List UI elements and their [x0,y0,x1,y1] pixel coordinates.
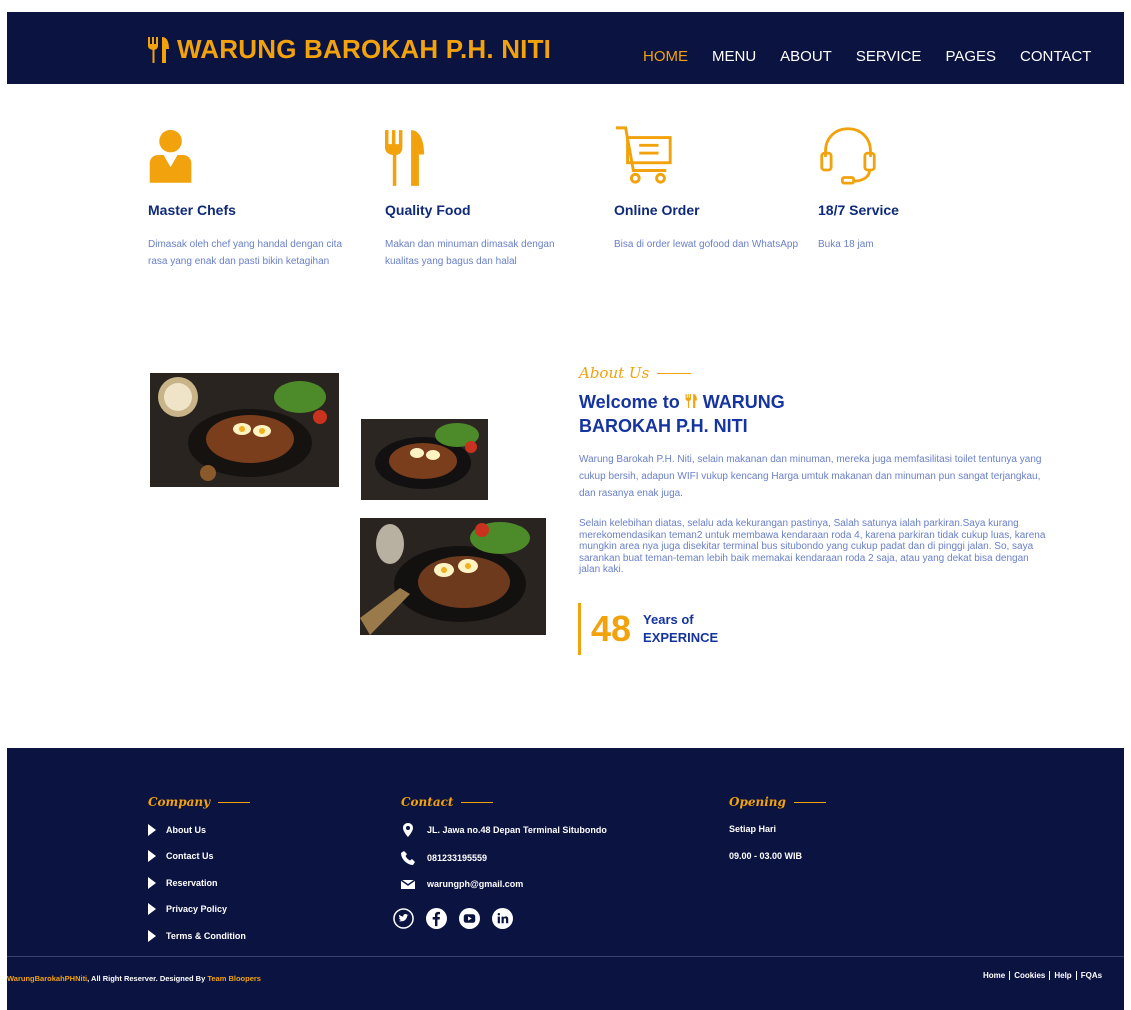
about-paragraph: Selain kelebihan diatas, selalu ada keku… [579,518,1046,575]
copyright-team[interactable]: Team Bloopers [207,974,261,983]
heading-line [793,801,826,803]
feature-desc: Dimasak oleh chef yang handal dengan cit… [148,239,343,267]
feature-title: Quality Food [385,202,471,218]
chef-icon [148,124,218,188]
experience-number: 48 [591,608,632,649]
footer-link-contact[interactable]: Contact Us [148,850,214,862]
fork-knife-icon [148,36,169,63]
about-paragraph: Warung Barokah P.H. Niti, selain makanan… [579,454,1042,499]
copyright: WarungBarokahPHNiti, All Right Reserver.… [7,974,261,983]
feature-online-order: Online Order Bisa di order lewat gofood … [614,124,814,250]
caret-right-icon [148,850,156,862]
brand-logo[interactable]: WARUNG BAROKAH P.H. NITI [147,34,551,65]
copyright-brand: WarungBarokahPHNiti [7,974,88,983]
brand-name: WARUNG BAROKAH P.H. NITI [177,34,552,64]
nav-pages[interactable]: PAGES [945,48,996,65]
about-title-prefix: Welcome to [579,392,680,412]
footer-divider [7,956,1124,957]
footer-phone[interactable]: 081233195559 [401,851,487,865]
fork-knife-icon [385,124,455,188]
experience-label: Years of EXPERINCE [643,611,718,647]
experience-line: EXPERINCE [643,630,719,645]
footer-link-privacy[interactable]: Privacy Policy [148,903,227,915]
feature-title: 18/7 Service [818,202,899,218]
footer-link-label: Contact Us [166,851,214,861]
site-header: WARUNG BAROKAH P.H. NITI HOME MENU ABOUT… [7,12,1124,84]
copyright-text: , All Right Reserver. Designed By [87,974,208,983]
feature-master-chefs: Master Chefs Dimasak oleh chef yang hand… [148,124,348,267]
footer-link-terms[interactable]: Terms & Condition [148,930,246,942]
bottom-link-faqs[interactable]: FQAs [1075,971,1106,980]
fork-knife-icon [685,393,697,409]
main-nav: HOME MENU ABOUT SERVICE PAGES CONTACT [643,48,1091,65]
caret-right-icon [148,824,156,836]
experience-counter: 48 Years of EXPERINCE [578,603,718,655]
experience-line: Years of [643,612,694,627]
bottom-link-help[interactable]: Help [1049,971,1075,980]
heading-line [461,801,494,803]
footer-address: JL. Jawa no.48 Depan Terminal Situbondo [401,823,607,837]
nav-contact[interactable]: CONTACT [1020,48,1091,65]
social-links [393,908,513,929]
footer-link-reservation[interactable]: Reservation [148,877,218,889]
footer-heading-text: Contact [401,795,454,809]
feature-quality-food: Quality Food Makan dan minuman dimasak d… [385,124,585,267]
footer-email[interactable]: warungph@gmail.com [401,877,523,891]
footer-link-label: Reservation [166,878,218,888]
about-tag-text: About Us [579,364,650,382]
cart-icon [614,124,684,188]
twitter-icon[interactable] [393,908,414,929]
caret-right-icon [148,877,156,889]
feature-title: Master Chefs [148,202,236,218]
bottom-link-home[interactable]: Home [979,971,1009,980]
caret-right-icon [148,903,156,915]
nav-about[interactable]: ABOUT [780,48,832,65]
footer-company-heading: Company [148,795,251,809]
footer-heading-text: Company [148,795,211,809]
nav-menu[interactable]: MENU [712,48,756,65]
footer-heading-text: Opening [729,795,786,809]
linkedin-icon[interactable] [492,908,513,929]
map-pin-icon [403,823,413,837]
opening-hours: 09.00 - 03.00 WIB [729,851,803,861]
tag-line [657,372,692,374]
food-photo [360,518,546,635]
footer-link-label: Terms & Condition [166,931,246,941]
food-photo [361,419,488,500]
footer-link-about[interactable]: About Us [148,824,206,836]
phone-text: 081233195559 [427,853,488,863]
footer-bottom-nav: Home Cookies Help FQAs [979,971,1106,980]
footer-opening-heading: Opening [729,795,826,809]
email-text: warungph@gmail.com [427,879,524,889]
nav-service[interactable]: SERVICE [856,48,922,65]
nav-home[interactable]: HOME [643,48,688,65]
footer-contact-heading: Contact [401,795,494,809]
feature-desc: Makan dan minuman dimasak dengan kualita… [385,239,555,267]
bottom-link-cookies[interactable]: Cookies [1009,971,1049,980]
about-tag: About Us [579,364,692,382]
food-photo [150,373,339,487]
feature-title: Online Order [614,202,700,218]
facebook-icon[interactable] [426,908,447,929]
caret-right-icon [148,930,156,942]
youtube-icon[interactable] [459,908,480,929]
headset-icon [818,124,888,188]
footer-link-label: Privacy Policy [166,904,228,914]
address-text: JL. Jawa no.48 Depan Terminal Situbondo [427,825,607,835]
heading-line [218,801,251,803]
mail-icon [401,879,415,889]
opening-days: Setiap Hari [729,824,777,834]
footer-link-label: About Us [166,825,206,835]
feature-desc: Bisa di order lewat gofood dan WhatsApp [614,239,798,250]
feature-desc: Buka 18 jam [818,239,874,250]
about-title: Welcome to WARUNG BAROKAH P.H. NITI [579,390,839,438]
phone-icon [401,851,415,865]
feature-service: 18/7 Service Buka 18 jam [818,124,1018,250]
